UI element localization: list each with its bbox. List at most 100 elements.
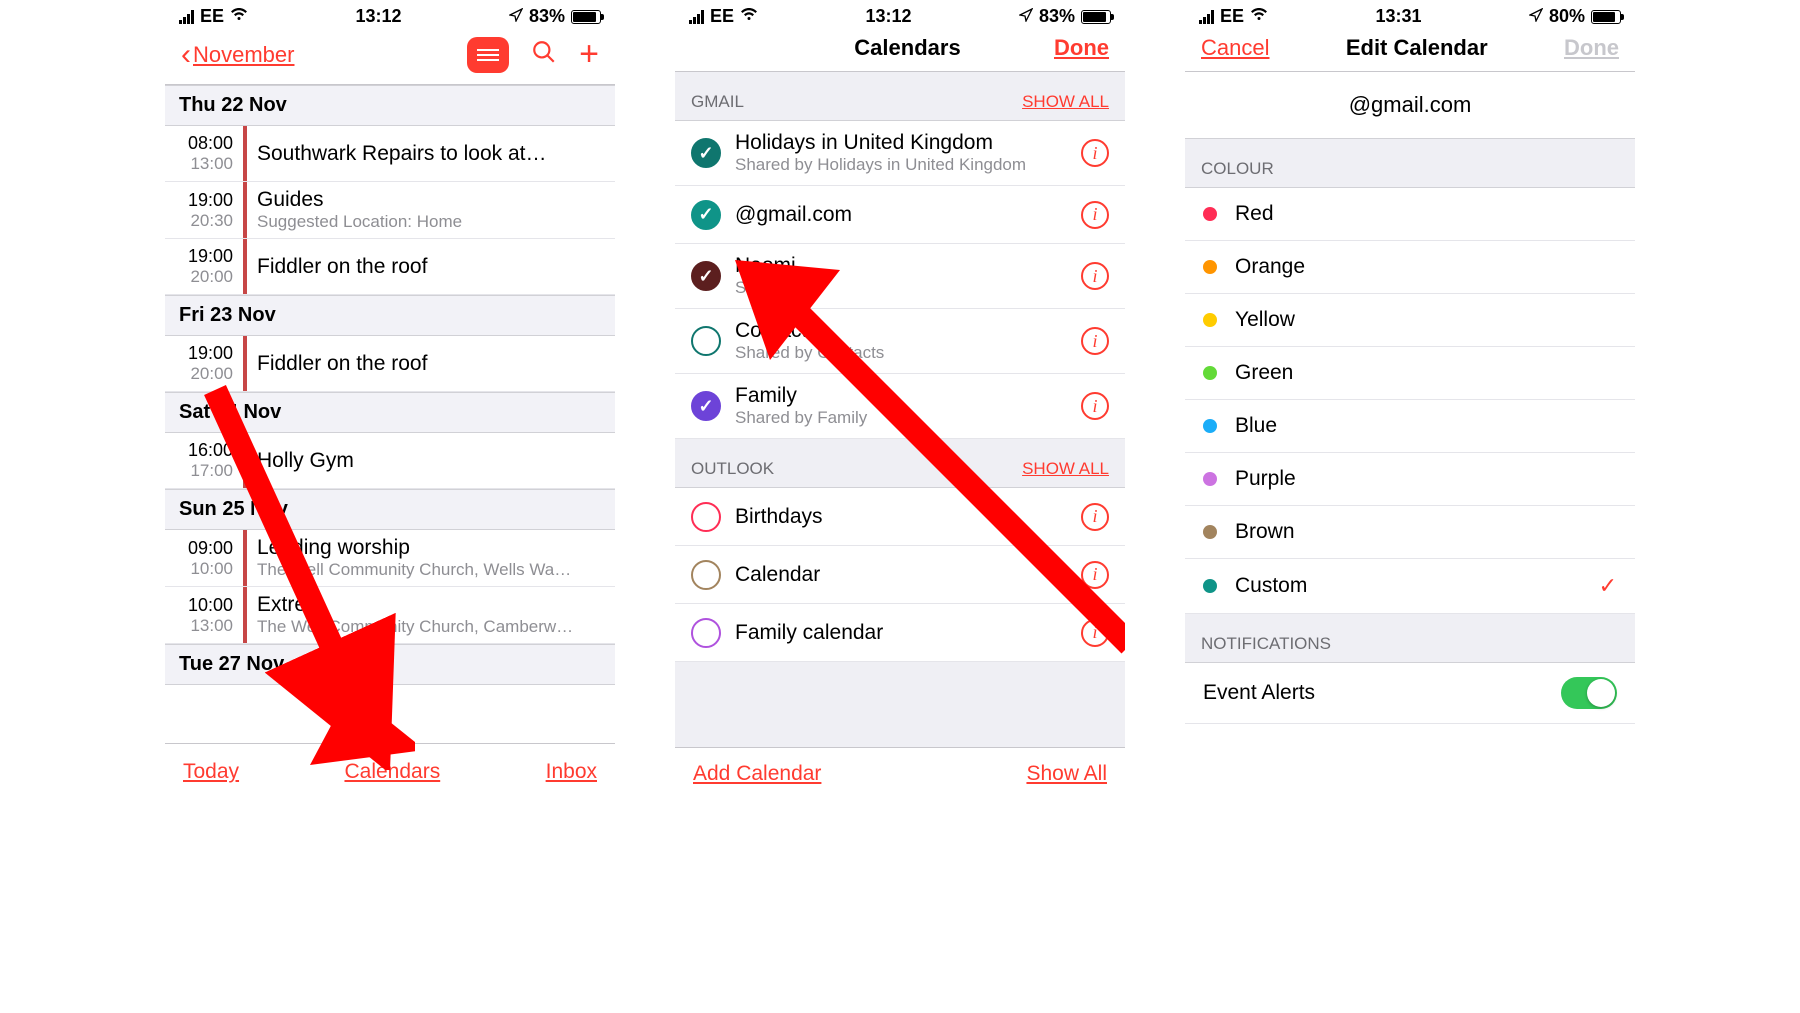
back-chevron-icon[interactable]: ‹ <box>181 38 191 72</box>
info-icon[interactable]: i <box>1081 262 1109 290</box>
location-icon <box>1529 6 1543 27</box>
show-all-link[interactable]: SHOW ALL <box>1022 459 1109 479</box>
event-color-bar <box>243 530 247 586</box>
colour-dot-icon <box>1203 313 1217 327</box>
calendar-checkbox[interactable] <box>691 326 721 356</box>
status-bar: EE 13:31 80% <box>1185 0 1635 29</box>
status-bar: EE 13:12 83% <box>165 0 615 29</box>
event-times: 08:0013:00 <box>165 126 243 181</box>
wifi-icon <box>230 6 248 27</box>
account-section-header: GMAILSHOW ALL <box>675 72 1125 121</box>
colour-section-header: COLOUR <box>1185 139 1635 188</box>
today-button[interactable]: Today <box>183 760 239 784</box>
colour-row[interactable]: Custom ✓ <box>1185 559 1635 614</box>
calendar-row[interactable]: Contacts Shared by Contacts i <box>675 309 1125 374</box>
event-times: 10:0013:00 <box>165 587 243 643</box>
event-row[interactable]: 19:0020:00 Fiddler on the roof <box>165 239 615 295</box>
event-times: 19:0020:30 <box>165 182 243 238</box>
back-button[interactable]: November <box>193 42 294 68</box>
event-color-bar <box>243 239 247 294</box>
event-alerts-row: Event Alerts <box>1185 663 1635 724</box>
calendar-name-block: Family Shared by Family <box>735 384 1067 428</box>
info-icon[interactable]: i <box>1081 503 1109 531</box>
location-icon <box>509 6 523 27</box>
nav-bar: Calendars Done <box>675 29 1125 72</box>
event-list: Thu 22 Nov 08:0013:00 Southwark Repairs … <box>165 85 615 743</box>
event-row[interactable]: 09:0010:00 Leading worship The Well Comm… <box>165 530 615 587</box>
event-row[interactable]: 19:0020:30 Guides Suggested Location: Ho… <box>165 182 615 239</box>
info-icon[interactable]: i <box>1081 201 1109 229</box>
calendars-button[interactable]: Calendars <box>344 760 440 784</box>
battery-percent: 83% <box>1039 6 1075 27</box>
calendar-row[interactable]: Naomi Sha i <box>675 244 1125 309</box>
battery-percent: 80% <box>1549 6 1585 27</box>
calendar-row[interactable]: Family calendar i <box>675 604 1125 662</box>
calendar-checkbox[interactable] <box>691 560 721 590</box>
calendar-checkbox[interactable] <box>691 261 721 291</box>
colour-label: Green <box>1235 361 1617 385</box>
calendar-row[interactable]: Family Shared by Family i <box>675 374 1125 439</box>
calendar-row[interactable]: Holidays in United Kingdom Shared by Hol… <box>675 121 1125 186</box>
battery-icon <box>571 10 601 24</box>
colour-row[interactable]: Yellow <box>1185 294 1635 347</box>
cancel-button[interactable]: Cancel <box>1201 35 1269 61</box>
event-row[interactable]: 16:0017:00 Holly Gym <box>165 433 615 489</box>
calendar-checkbox[interactable] <box>691 502 721 532</box>
battery-icon <box>1591 10 1621 24</box>
info-icon[interactable]: i <box>1081 392 1109 420</box>
event-color-bar <box>243 433 247 488</box>
nav-bar: Cancel Edit Calendar Done <box>1185 29 1635 72</box>
colour-dot-icon <box>1203 207 1217 221</box>
colour-row[interactable]: Red <box>1185 188 1635 241</box>
colour-row[interactable]: Green <box>1185 347 1635 400</box>
colour-label: Custom <box>1235 574 1581 598</box>
status-bar: EE 13:12 83% <box>675 0 1125 29</box>
add-icon[interactable]: + <box>579 35 599 74</box>
wifi-icon <box>1250 6 1268 27</box>
event-row[interactable]: 19:0020:00 Fiddler on the roof <box>165 336 615 392</box>
event-times: 19:0020:00 <box>165 239 243 294</box>
notifications-section-header: NOTIFICATIONS <box>1185 614 1635 663</box>
list-view-button[interactable] <box>467 37 509 73</box>
colour-label: Orange <box>1235 255 1617 279</box>
calendar-checkbox[interactable] <box>691 391 721 421</box>
info-icon[interactable]: i <box>1081 139 1109 167</box>
event-row[interactable]: 08:0013:00 Southwark Repairs to look at… <box>165 126 615 182</box>
done-button[interactable]: Done <box>1054 35 1109 61</box>
colour-row[interactable]: Orange <box>1185 241 1635 294</box>
calendar-row[interactable]: Calendar i <box>675 546 1125 604</box>
add-calendar-button[interactable]: Add Calendar <box>693 762 821 786</box>
colour-row[interactable]: Blue <box>1185 400 1635 453</box>
day-header: Fri 23 Nov <box>165 295 615 336</box>
calendar-row[interactable]: @gmail.com i <box>675 186 1125 244</box>
event-row[interactable]: 10:0013:00 Extre The Well Community Chur… <box>165 587 615 644</box>
search-icon[interactable] <box>531 39 557 70</box>
event-content: Fiddler on the roof <box>257 239 615 294</box>
show-all-link[interactable]: SHOW ALL <box>1022 92 1109 112</box>
show-all-button[interactable]: Show All <box>1026 762 1107 786</box>
calendar-name-block: Calendar <box>735 563 1067 587</box>
event-times: 16:0017:00 <box>165 433 243 488</box>
event-content: Holly Gym <box>257 433 615 488</box>
status-time: 13:31 <box>1375 6 1421 27</box>
calendar-row[interactable]: Birthdays i <box>675 488 1125 546</box>
signal-icon <box>1199 10 1214 24</box>
info-icon[interactable]: i <box>1081 619 1109 647</box>
calendar-checkbox[interactable] <box>691 618 721 648</box>
calendar-name-block: Naomi Sha <box>735 254 1067 298</box>
calendar-checkbox[interactable] <box>691 138 721 168</box>
event-times: 09:0010:00 <box>165 530 243 586</box>
colour-list: Red Orange Yellow Green Blue Purple Brow… <box>1185 188 1635 614</box>
colour-row[interactable]: Brown <box>1185 506 1635 559</box>
colour-label: Red <box>1235 202 1617 226</box>
calendar-checkbox[interactable] <box>691 200 721 230</box>
signal-icon <box>179 10 194 24</box>
info-icon[interactable]: i <box>1081 561 1109 589</box>
event-color-bar <box>243 126 247 181</box>
event-alerts-toggle[interactable] <box>1561 677 1617 709</box>
event-content: Leading worship The Well Community Churc… <box>257 530 615 586</box>
inbox-button[interactable]: Inbox <box>546 760 597 784</box>
info-icon[interactable]: i <box>1081 327 1109 355</box>
colour-row[interactable]: Purple <box>1185 453 1635 506</box>
signal-icon <box>689 10 704 24</box>
